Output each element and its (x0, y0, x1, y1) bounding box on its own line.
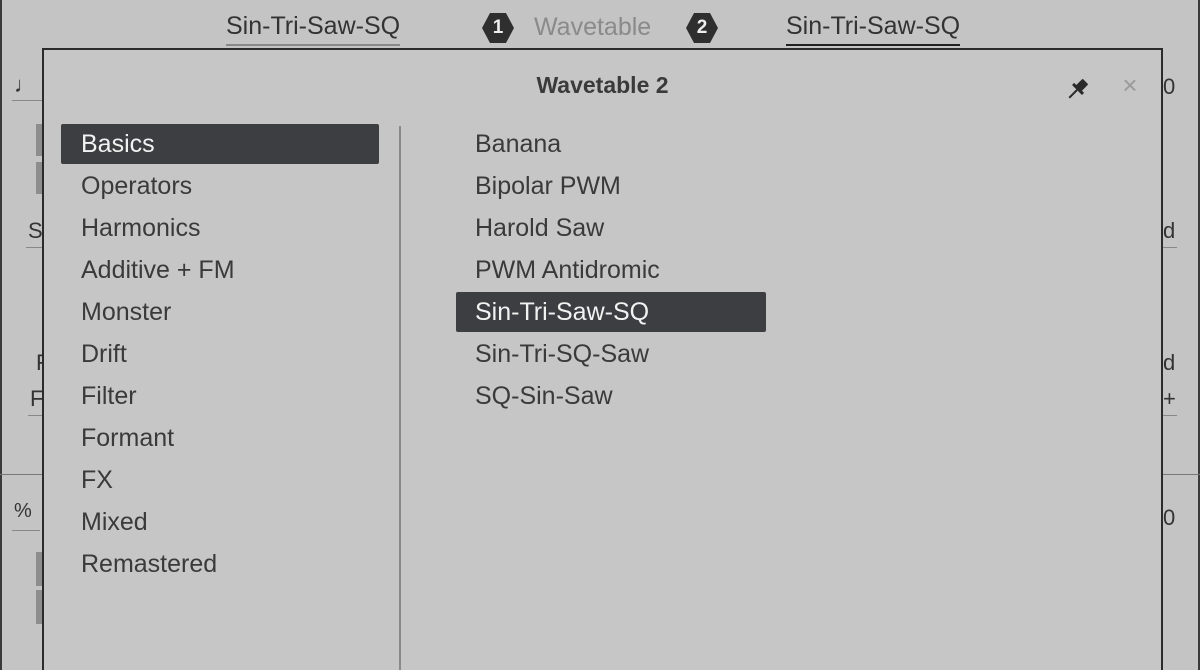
edge-underline (1163, 247, 1177, 248)
popup-title: Wavetable 2 (536, 72, 669, 98)
category-list: Basics Operators Harmonics Additive + FM Mon… (61, 124, 379, 586)
close-icon[interactable]: × (1116, 70, 1144, 101)
category-item[interactable]: Drift (61, 334, 379, 376)
percent-label: % (14, 500, 32, 522)
note-icon: ♩ (14, 72, 36, 97)
edge-label: S (28, 218, 43, 243)
category-item[interactable]: Operators (61, 166, 379, 208)
pin-icon[interactable] (1062, 75, 1092, 105)
edge-value: + (1163, 386, 1176, 411)
category-item[interactable]: Formant (61, 418, 379, 460)
category-item[interactable]: Remastered (61, 544, 379, 586)
wavetable-item[interactable]: PWM Antidromic (456, 250, 766, 292)
category-item[interactable]: Additive + FM (61, 250, 379, 292)
edge-value: 0 (1163, 74, 1176, 99)
category-item[interactable]: Monster (61, 292, 379, 334)
wavetable-item[interactable]: SQ-Sin-Saw (456, 376, 766, 418)
wavetable-browser-popup: Wavetable 2 × Basics Operators Harmonics Ad… (42, 48, 1163, 670)
category-item[interactable]: Basics (61, 124, 379, 164)
wavetable-item[interactable]: Banana (456, 124, 766, 166)
category-item[interactable]: Filter (61, 376, 379, 418)
osc2-badge[interactable]: 2 (686, 13, 718, 43)
section-label: Wavetable (534, 13, 652, 41)
edge-value: d (1163, 350, 1176, 375)
edge-value: 0 (1163, 505, 1176, 530)
category-item[interactable]: Harmonics (61, 208, 379, 250)
wavetable-item[interactable]: Sin-Tri-SQ-Saw (456, 334, 766, 376)
section-separator (0, 474, 44, 475)
category-item[interactable]: FX (61, 460, 379, 502)
edge-underline (26, 247, 42, 248)
wavetable-list: Banana Bipolar PWM Harold Saw PWM Antidromi… (456, 124, 766, 418)
wavetable-item[interactable]: Sin-Tri-Saw-SQ (456, 292, 766, 332)
column-divider (399, 126, 401, 670)
wavetable-header: Sin-Tri-Saw-SQ 1 Wavetable 2 Sin-Tri-Saw… (0, 0, 1200, 50)
osc1-badge[interactable]: 1 (482, 13, 514, 43)
edge-value: d (1163, 218, 1176, 243)
edge-underline (12, 530, 40, 531)
edge-underline (28, 415, 42, 416)
wavetable-item[interactable]: Bipolar PWM (456, 166, 766, 208)
osc1-wavetable-selector[interactable]: Sin-Tri-Saw-SQ (226, 12, 401, 46)
edge-underline (12, 100, 42, 101)
edge-underline (1163, 415, 1177, 416)
section-separator (1163, 474, 1200, 475)
osc2-wavetable-selector[interactable]: Sin-Tri-Saw-SQ (786, 12, 961, 46)
wavetable-item[interactable]: Harold Saw (456, 208, 766, 250)
category-item[interactable]: Mixed (61, 502, 379, 544)
